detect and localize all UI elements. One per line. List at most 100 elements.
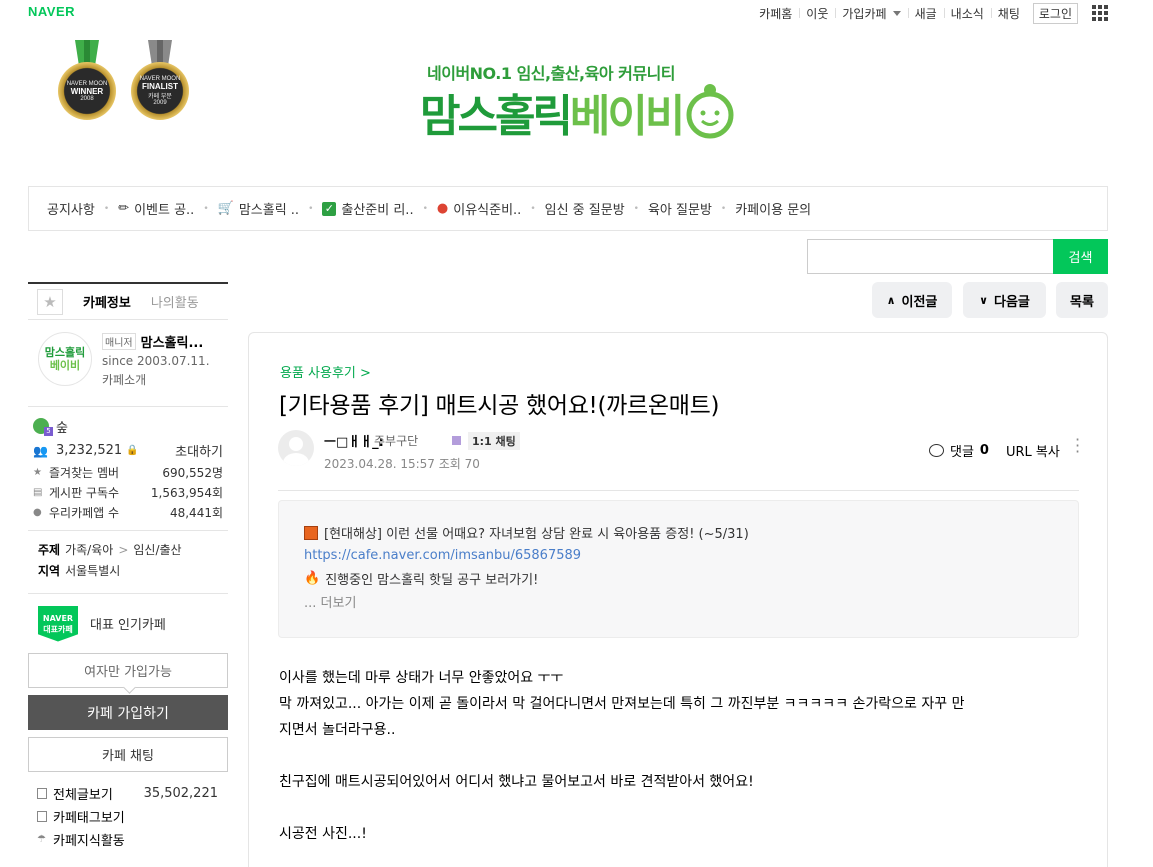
post-date: 2023.04.28. 15:57 [324,457,435,471]
all-posts-label: 전체글보기 [53,788,113,803]
app-grid-icon[interactable] [1090,3,1108,21]
all-posts-link[interactable]: 전체글보기 35,502,221 [37,782,228,805]
tab-cafe-info[interactable]: 카페정보 [83,292,131,311]
sidebar-links: 전체글보기 35,502,221 카페태그보기 ☂ 카페지식활동 [28,782,228,851]
post-meta: 2023.04.28. 15:57 조회 70 [324,455,480,472]
menu-birth-prep[interactable]: ✓ 출산준비 리.. [322,199,414,218]
search-button[interactable]: 검색 [1053,239,1108,274]
cafe-topic: 주제 가족/육아 > 임신/출산 지역 서울특별시 [28,530,228,593]
thumb-line-1: 맘스홀릭 [44,346,86,359]
menu-event[interactable]: ✏ 이벤트 공.. [118,199,194,218]
article-title: [기타용품 후기] 매트시공 했어요!(까르온매트) [279,393,720,419]
menu-baby-food[interactable]: ● 이유식준비.. [437,199,521,218]
cafe-info: 맘스홀릭 베이비 매니저 맘스홀릭... since 2003.07.11. 카… [28,332,228,392]
comment-bubble-icon [929,444,944,457]
all-posts-count: 35,502,221 [143,786,218,801]
list-button[interactable]: 목록 [1056,282,1108,318]
notice-row[interactable]: [현대해상] 이런 선물 어때요? 자녀보험 상담 완료 시 육아용품 증정! … [304,521,1078,544]
cafe-level-row: 숲 [33,414,223,438]
join-cafe-button[interactable]: 카페 가입하기 [28,695,228,730]
notice-row: https://cafe.naver.com/imsanbu/65867589 [304,544,1078,567]
menu-label: 공지사항 [47,203,95,218]
next-post-button[interactable]: ∨ 다음글 [963,282,1046,318]
check-box-icon: ✓ [322,201,337,216]
menu-label: 이벤트 공.. [134,203,195,218]
notice-link[interactable]: https://cafe.naver.com/imsanbu/65867589 [304,548,581,563]
body-paragraph: 친구집에 매트시공되어있어서 어디서 했냐고 물어보고서 바로 견적받아서 했어… [279,774,754,790]
url-copy-button[interactable]: URL 복사 [1006,441,1060,460]
one-to-one-chat-button[interactable]: 1:1 채팅 [468,432,520,450]
cafe-search-input[interactable] [807,239,1053,274]
cafe-intro-link[interactable]: 카페소개 [102,371,210,388]
menu-cafe-inquiry[interactable]: 카페이용 문의 [735,199,811,218]
cafe-stats: 숲 👥 3,232,521 🔒 초대하기 ★ 즐겨찾는 멤버 690,552명 ▤ 게시판 … [28,406,228,530]
manager-line: 매니저 맘스홀릭... [102,332,210,351]
gnb-joined-cafes-label: 가입카페 [842,7,887,21]
login-button[interactable]: 로그인 [1032,3,1078,24]
gnb-cafe-home[interactable]: 카페홈 [752,5,799,22]
gnb-new-posts[interactable]: 새글 [907,5,944,22]
stat-label: 게시판 구독수 [49,485,120,500]
divider [278,490,1079,491]
tag-icon [37,811,47,822]
invite-link[interactable]: 초대하기 [175,441,223,460]
article-body: 이사를 했는데 마루 상태가 너무 안좋았어요 ㅜㅜ 막 까져있고... 아가는… [279,665,1079,847]
cafe-chat-button[interactable]: 카페 채팅 [28,737,228,772]
gnb-my-news[interactable]: 내소식 [943,5,991,22]
stat-row: ▤ 게시판 구독수 1,563,954회 [33,482,223,502]
rep-cafe-text[interactable]: 대표 인기카페 [90,614,166,633]
menu-pregnancy-qna[interactable]: 임신 중 질문방 [545,199,625,218]
board-link[interactable]: 용품 사용후기 > [280,362,371,381]
topic-a[interactable]: 가족/육아 [65,541,113,558]
rep-badge-line-2: 대표카페 [43,624,73,634]
gnb-joined-cafes[interactable]: 가입카페 [835,5,907,22]
party-popper-icon: ✏ [118,201,130,216]
knowledge-link[interactable]: ☂ 카페지식활동 [37,828,228,851]
cafe-level: 숲 [56,420,68,436]
member-count[interactable]: 3,232,521 [56,443,122,458]
avatar[interactable] [278,430,314,466]
members-icon: 👥 [33,444,48,458]
gnb-neighbors[interactable]: 이웃 [799,5,835,22]
cafe-thumbnail[interactable]: 맘스홀릭 베이비 [38,332,92,386]
menu-separator: • [633,203,639,214]
favorite-star-icon[interactable]: ★ [37,288,63,315]
notice-more-link[interactable]: ... 더보기 [304,592,356,611]
stat-value: 690,552명 [162,465,223,480]
board-icon: ▤ [33,486,43,498]
menu-separator: • [720,203,727,214]
finalist-medal: NAVER MOON FINALIST 카페 부문 2009 [129,40,191,128]
stat-value: 48,441회 [169,505,223,520]
naver-logo[interactable]: NAVER [28,4,75,19]
orange-square-icon [304,525,318,540]
topic-row: 주제 가족/육아 > 임신/출산 [38,539,228,560]
cafe-logo[interactable]: 맘스홀릭베이비 [420,80,685,144]
prev-post-button[interactable]: ∧ 이전글 [872,282,952,318]
menu-label: 카페이용 문의 [735,203,812,218]
comment-link[interactable]: 댓글 0 [929,441,989,460]
naver-rep-cafe-badge: NAVER 대표카페 [38,605,78,642]
tags-link[interactable]: 카페태그보기 [37,805,228,828]
star-icon: ★ [33,466,42,478]
notice-row[interactable]: 🔥 진행중인 맘스홀릭 핫딜 공구 보러가기! [304,567,1078,590]
tab-my-activity[interactable]: 나의활동 [151,292,199,311]
more-options-icon[interactable]: · · · [1075,432,1080,460]
thumb-line-2: 베이비 [49,359,81,372]
medal-year: 2009 [153,100,167,106]
body-paragraph: 지면서 놀더라구용.. [279,722,396,738]
menu-notice[interactable]: 공지사항 [47,199,95,218]
comment-count: 0 [979,443,989,458]
representative-cafe: NAVER 대표카페 대표 인기카페 [28,593,228,653]
cafe-notice-box: [현대해상] 이런 선물 어때요? 자녀보험 상담 완료 시 육아용품 증정! … [278,500,1079,638]
topic-b[interactable]: 임신/출산 [133,541,181,558]
next-post-label: 다음글 [994,294,1030,310]
gnb-chat[interactable]: 채팅 [990,5,1027,22]
cafe-menu-bar: 공지사항 • ✏ 이벤트 공.. • 🛒 맘스홀릭 .. • ✓ 출산준비 리.. •… [28,186,1108,231]
menu-parenting-qna[interactable]: 육아 질문방 [648,199,712,218]
menu-label: 임신 중 질문방 [544,203,625,218]
cafe-name[interactable]: 맘스홀릭... [141,332,204,351]
menu-momsholic[interactable]: 🛒 맘스홀릭 .. [218,199,299,218]
strawberry-icon: ● [436,201,449,216]
body-paragraph: 시공전 사진...! [279,826,367,842]
region-label: 지역 [38,564,61,578]
